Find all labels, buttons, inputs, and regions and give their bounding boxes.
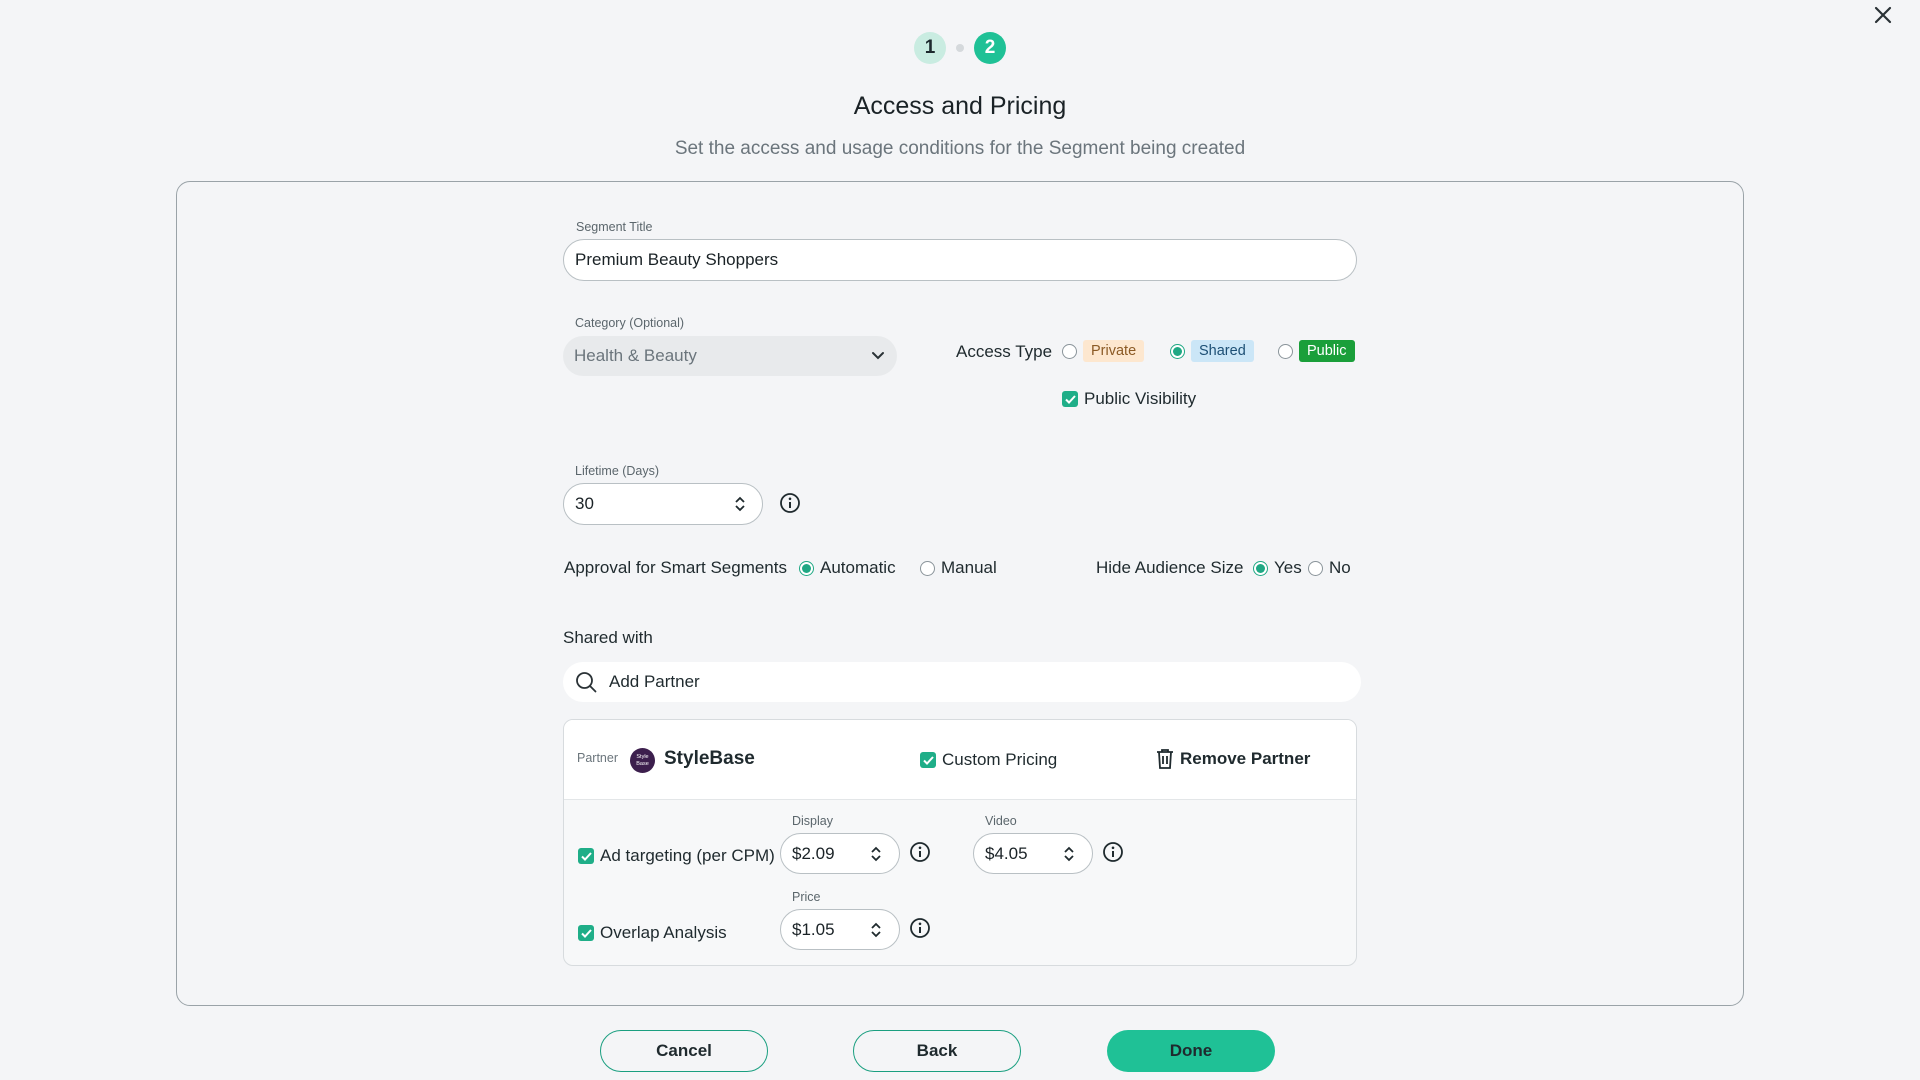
lifetime-label: Lifetime (Days) bbox=[575, 464, 660, 478]
hide-audience-label: Hide Audience Size bbox=[1096, 558, 1244, 577]
back-button[interactable]: Back bbox=[853, 1030, 1021, 1072]
video-price-input[interactable]: $4.05 bbox=[973, 833, 1093, 874]
video-price-value: $4.05 bbox=[985, 843, 1028, 863]
access-type-label: Access Type bbox=[956, 342, 1053, 361]
check-icon bbox=[922, 755, 934, 765]
hide-audience-option-yes[interactable]: Yes bbox=[1253, 558, 1302, 578]
overlap-price-value: $1.05 bbox=[792, 919, 835, 939]
radio-public[interactable] bbox=[1278, 343, 1293, 359]
overlap-analysis-option[interactable]: Overlap Analysis bbox=[578, 923, 727, 943]
radio-no[interactable] bbox=[1308, 560, 1323, 576]
partner-header: Partner Style Base StyleBase Custom Pric… bbox=[564, 720, 1356, 800]
approval-label: Approval for Smart Segments bbox=[564, 558, 787, 577]
yes-label: Yes bbox=[1274, 558, 1302, 577]
no-label: No bbox=[1329, 558, 1351, 577]
segment-title-value: Premium Beauty Shoppers bbox=[575, 250, 779, 269]
remove-partner-button[interactable]: Remove Partner bbox=[1156, 748, 1310, 770]
lifetime-input[interactable]: 30 bbox=[563, 483, 763, 525]
video-label: Video bbox=[985, 814, 1017, 828]
ad-targeting-label: Ad targeting (per CPM) bbox=[600, 846, 775, 865]
spinner-arrows-icon[interactable] bbox=[870, 845, 882, 863]
category-value: Health & Beauty bbox=[574, 346, 697, 365]
public-visibility-label: Public Visibility bbox=[1084, 389, 1197, 408]
stepper: 1 2 bbox=[0, 32, 1920, 64]
check-icon bbox=[1064, 394, 1076, 404]
info-icon[interactable] bbox=[909, 917, 931, 939]
done-button[interactable]: Done bbox=[1107, 1030, 1275, 1072]
info-icon[interactable] bbox=[909, 841, 931, 863]
page-title: Access and Pricing bbox=[853, 92, 1067, 120]
category-select[interactable]: Health & Beauty bbox=[563, 336, 897, 376]
manual-label: Manual bbox=[941, 558, 997, 577]
automatic-label: Automatic bbox=[820, 558, 896, 577]
segment-title-input[interactable]: Premium Beauty Shoppers bbox=[563, 239, 1357, 281]
access-option-public[interactable]: Public bbox=[1278, 340, 1355, 362]
radio-manual[interactable] bbox=[920, 560, 935, 576]
info-icon[interactable] bbox=[779, 492, 801, 514]
add-partner-placeholder: Add Partner bbox=[609, 672, 700, 691]
display-price-value: $2.09 bbox=[792, 843, 835, 863]
hide-audience-option-no[interactable]: No bbox=[1308, 558, 1351, 578]
ad-targeting-option[interactable]: Ad targeting (per CPM) bbox=[578, 846, 775, 866]
ad-targeting-checkbox[interactable] bbox=[578, 848, 594, 864]
private-badge: Private bbox=[1083, 340, 1145, 362]
category-label: Category (Optional) bbox=[575, 316, 685, 330]
display-price-input[interactable]: $2.09 bbox=[780, 833, 900, 874]
step-separator bbox=[956, 44, 964, 52]
access-option-shared[interactable]: Shared bbox=[1170, 340, 1254, 362]
approval-option-manual[interactable]: Manual bbox=[920, 558, 997, 578]
radio-private[interactable] bbox=[1062, 343, 1077, 359]
custom-pricing-label: Custom Pricing bbox=[942, 750, 1058, 769]
lifetime-value: 30 bbox=[575, 494, 594, 513]
spinner-arrows-icon[interactable] bbox=[1063, 845, 1075, 863]
public-badge: Public bbox=[1299, 340, 1355, 362]
display-label: Display bbox=[792, 814, 833, 828]
approval-option-automatic[interactable]: Automatic bbox=[799, 558, 896, 578]
check-icon bbox=[580, 928, 592, 938]
partner-tag: Partner bbox=[577, 751, 618, 765]
partner-name: StyleBase bbox=[664, 748, 755, 769]
step-2[interactable]: 2 bbox=[974, 32, 1006, 64]
shared-with-label: Shared with bbox=[563, 628, 653, 647]
overlap-price-input[interactable]: $1.05 bbox=[780, 909, 900, 950]
spinner-arrows-icon[interactable] bbox=[870, 921, 882, 939]
remove-partner-label: Remove Partner bbox=[1180, 749, 1311, 768]
public-visibility-option[interactable]: Public Visibility bbox=[1062, 389, 1196, 409]
access-option-private[interactable]: Private bbox=[1062, 340, 1145, 362]
trash-icon bbox=[1157, 749, 1173, 769]
custom-pricing-checkbox[interactable] bbox=[920, 752, 936, 768]
close-button[interactable] bbox=[1866, 0, 1900, 30]
radio-shared[interactable] bbox=[1170, 343, 1185, 359]
shared-badge: Shared bbox=[1191, 340, 1254, 362]
cancel-button[interactable]: Cancel bbox=[600, 1030, 768, 1072]
radio-yes[interactable] bbox=[1253, 560, 1268, 576]
check-icon bbox=[580, 851, 592, 861]
public-visibility-checkbox[interactable] bbox=[1062, 391, 1078, 407]
step-1[interactable]: 1 bbox=[914, 32, 946, 64]
price-label: Price bbox=[792, 890, 821, 904]
segment-title-label: Segment Title bbox=[576, 220, 653, 234]
overlap-analysis-label: Overlap Analysis bbox=[600, 923, 727, 942]
close-icon bbox=[1874, 6, 1892, 24]
search-icon bbox=[576, 672, 597, 693]
chevron-down-icon bbox=[872, 352, 884, 360]
partner-logo: Style Base bbox=[630, 748, 655, 773]
add-partner-search[interactable]: Add Partner bbox=[563, 662, 1361, 702]
custom-pricing-option[interactable]: Custom Pricing bbox=[920, 750, 1057, 770]
overlap-analysis-checkbox[interactable] bbox=[578, 925, 594, 941]
page-subtitle: Set the access and usage conditions for … bbox=[674, 138, 1246, 159]
info-icon[interactable] bbox=[1102, 841, 1124, 863]
radio-automatic[interactable] bbox=[799, 560, 814, 576]
spinner-arrows-icon[interactable] bbox=[734, 495, 746, 513]
